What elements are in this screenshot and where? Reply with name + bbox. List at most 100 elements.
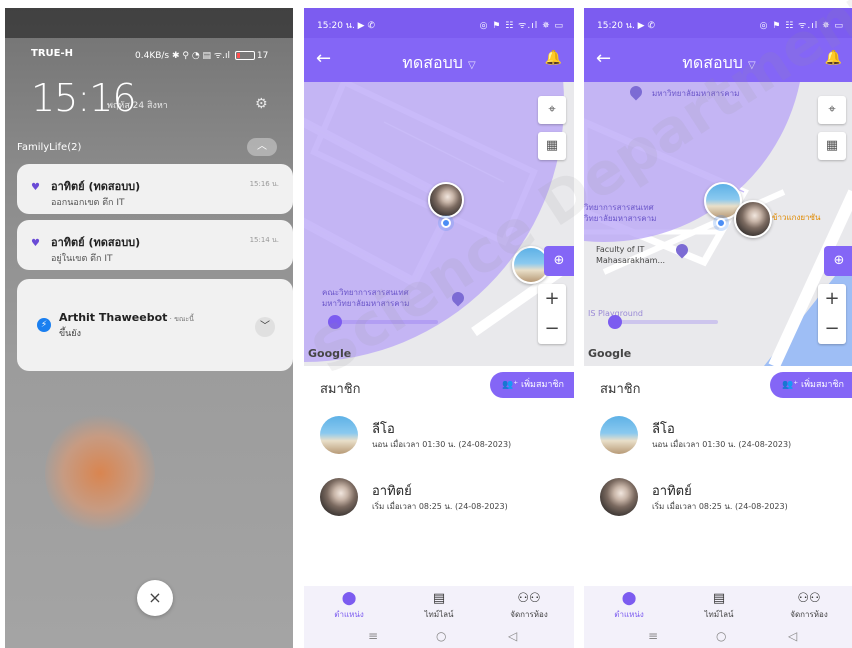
nav-location[interactable]: ⬤ ตำแหน่ง [304,586,394,626]
system-navigation: ≡ ○ ◁ [304,626,574,648]
shade-top-bar [5,8,293,38]
bell-icon[interactable]: 🔔 [825,50,842,66]
member-row[interactable]: อาทิตย์ เริ่ม เมื่อเวลา 08:25 น. (24-08-… [584,470,852,526]
zoom-controls[interactable]: + − [538,284,566,344]
status-icons: ◎ ⚑ ☷ ᯤ.ıl ✵ ▭ [759,21,844,31]
map-icon[interactable]: ▦ [818,132,846,160]
add-user-icon: 👥⁺ [782,380,799,390]
zoom-out-button[interactable]: − [538,314,566,344]
notification-card[interactable]: ♥ อาทิตย์ (ทดสอบบ) อยู่ในเขต ตึก IT 15:1… [17,220,293,270]
chevron-down-icon: ▽ [748,60,756,71]
app-screen-2: 15:20 น. ▶ ✆ ◎ ⚑ ☷ ᯤ.ıl ✵ ▭ ← ทดสอบบ ▽ 🔔… [584,8,852,648]
messenger-notification[interactable]: ⚡ Arthit Thaweebot · ขณะนี้ ขึ้นยัง ﹀ [17,279,293,371]
group-icon: ⚇⚇ [797,591,821,606]
google-logo: Google [588,347,632,360]
room-title[interactable]: ทดสอบบ ▽ [584,51,852,76]
avatar [600,416,638,454]
chevron-down-icon: ▽ [468,60,476,71]
familylife-heart-icon: ♥ [31,182,40,193]
avatar [320,416,358,454]
menu-icon[interactable]: ≡ [368,629,378,643]
crosshair-icon[interactable]: ⌖ [818,96,846,124]
zoom-in-button[interactable]: + [538,284,566,314]
member-avatar-arthit[interactable] [734,200,772,238]
member-row[interactable]: ลีโอ นอน เมื่อเวลา 01:30 น. (24-08-2023) [304,408,574,464]
location-pin-icon: ⬤ [621,591,637,606]
note-icon: ▤ [432,591,446,606]
map-label-faculty: วิทยาการสารสนเทศ วิทยาลัยมหาสารคาม [584,203,657,223]
member-row[interactable]: ลีโอ นอน เมื่อเวลา 01:30 น. (24-08-2023) [584,408,852,464]
nav-location[interactable]: ⬤ ตำแหน่ง [584,586,674,626]
crosshair-icon[interactable]: ⌖ [538,96,566,124]
app-bar: ← ทดสอบบ ▽ 🔔 [584,38,852,82]
zoom-in-button[interactable]: + [818,284,846,314]
nav-room[interactable]: ⚇⚇ จัดการห้อง [764,586,852,626]
map-view[interactable]: ⌖ ▦ ⊕ + − คณะวิทยาการสารสนเทศ มหาวิทยาลัย… [304,82,574,366]
back-icon[interactable]: ◁ [508,629,517,643]
nav-timeline[interactable]: ▤ ไทม์ไลน์ [394,586,484,626]
note-icon: ▤ [712,591,726,606]
member-name: ลีโอ [652,422,675,437]
chevron-up-icon: ︿ [257,141,267,152]
member-status: เริ่ม เมื่อเวลา 08:25 น. (24-08-2023) [652,502,788,511]
messenger-sender: Arthit Thaweebot · ขณะนี้ [59,311,194,324]
settings-gear-icon[interactable]: ⚙ [255,96,268,112]
notification-body: อยู่ในเขต ตึก IT [51,254,113,264]
app-bar: ← ทดสอบบ ▽ 🔔 [304,38,574,82]
zoom-controls[interactable]: + − [818,284,846,344]
radius-slider[interactable] [608,315,718,329]
slider-knob[interactable] [608,315,622,329]
members-title: สมาชิก [320,382,361,397]
location-dot [716,218,726,228]
notification-shade: TRUE-H 0.4KB/s ✱ ⚲ ◔ ▤ ᯤ.ıl 17 15:16 พฤห… [5,8,293,648]
add-member-button[interactable]: 👥⁺ เพิ่มสมาชิก [490,372,574,398]
carrier-name: TRUE-H [31,48,73,59]
add-member-button[interactable]: 👥⁺ เพิ่มสมาชิก [770,372,852,398]
location-pin-icon: ⬤ [341,591,357,606]
location-dot [441,218,451,228]
members-header: สมาชิก 👥⁺ เพิ่มสมาชิก [304,366,574,406]
member-avatar-arthit[interactable] [428,182,464,218]
map-label-faculty: คณะวิทยาการสารสนเทศ มหาวิทยาลัยมหาสารคาม [322,288,410,308]
app-screen-1: 15:20 น. ▶ ✆ ◎ ⚑ ☷ ᯤ.ıl ✵ ▭ ← ทดสอบบ ▽ 🔔… [304,8,574,648]
familylife-heart-icon: ♥ [31,238,40,249]
chevron-down-icon[interactable]: ﹀ [255,317,275,337]
notification-body: ออกนอกเขต ตึก IT [51,198,125,208]
group-icon: ⚇⚇ [517,591,541,606]
member-name: อาทิตย์ [372,484,412,499]
nav-room[interactable]: ⚇⚇ จัดการห้อง [484,586,574,626]
nav-timeline[interactable]: ▤ ไทม์ไลน์ [674,586,764,626]
messenger-icon: ⚡ [37,318,51,332]
radius-slider[interactable] [328,315,438,329]
map-view[interactable]: มหาวิทยาลัยมหาสารคาม ⌖ ▦ วิทยาการสารสนเท… [584,82,852,366]
bottom-navigation: ⬤ ตำแหน่ง ▤ ไทม์ไลน์ ⚇⚇ จัดการห้อง [584,586,852,626]
home-icon[interactable]: ○ [716,629,726,643]
status-time: 15:20 น. ▶ ✆ [317,21,375,31]
clear-all-button[interactable]: × [137,580,173,616]
status-bar: 15:20 น. ▶ ✆ ◎ ⚑ ☷ ᯤ.ıl ✵ ▭ [304,8,574,38]
slider-knob[interactable] [328,315,342,329]
avatar [600,478,638,516]
menu-icon[interactable]: ≡ [648,629,658,643]
member-row[interactable]: อาทิตย์ เริ่ม เมื่อเวลา 08:25 น. (24-08-… [304,470,574,526]
notification-card[interactable]: ♥ อาทิตย์ (ทดสอบบ) ออกนอกเขต ตึก IT 15:1… [17,164,293,214]
battery-level: 17 [256,51,269,61]
notification-title: อาทิตย์ (ทดสอบบ) [51,236,141,249]
member-status: นอน เมื่อเวลา 01:30 น. (24-08-2023) [652,440,792,449]
collapse-group-button[interactable]: ︿ [247,138,277,156]
zoom-out-button[interactable]: − [818,314,846,344]
members-header: สมาชิก 👥⁺ เพิ่มสมาชิก [584,366,852,406]
bell-icon[interactable]: 🔔 [545,50,562,66]
member-name: ลีโอ [372,422,395,437]
notification-group-title: FamilyLife(2) [17,142,82,153]
room-title[interactable]: ทดสอบบ ▽ [304,51,574,76]
notification-title: อาทิตย์ (ทดสอบบ) [51,180,141,193]
map-icon[interactable]: ▦ [538,132,566,160]
avatar [320,478,358,516]
map-pin-plus-icon[interactable]: ⊕ [544,246,574,276]
map-pin-plus-icon[interactable]: ⊕ [824,246,852,276]
add-user-icon: 👥⁺ [502,380,519,390]
back-icon[interactable]: ◁ [788,629,797,643]
home-icon[interactable]: ○ [436,629,446,643]
system-status-icons: 0.4KB/s ✱ ⚲ ◔ ▤ ᯤ.ıl 17 [135,51,269,61]
